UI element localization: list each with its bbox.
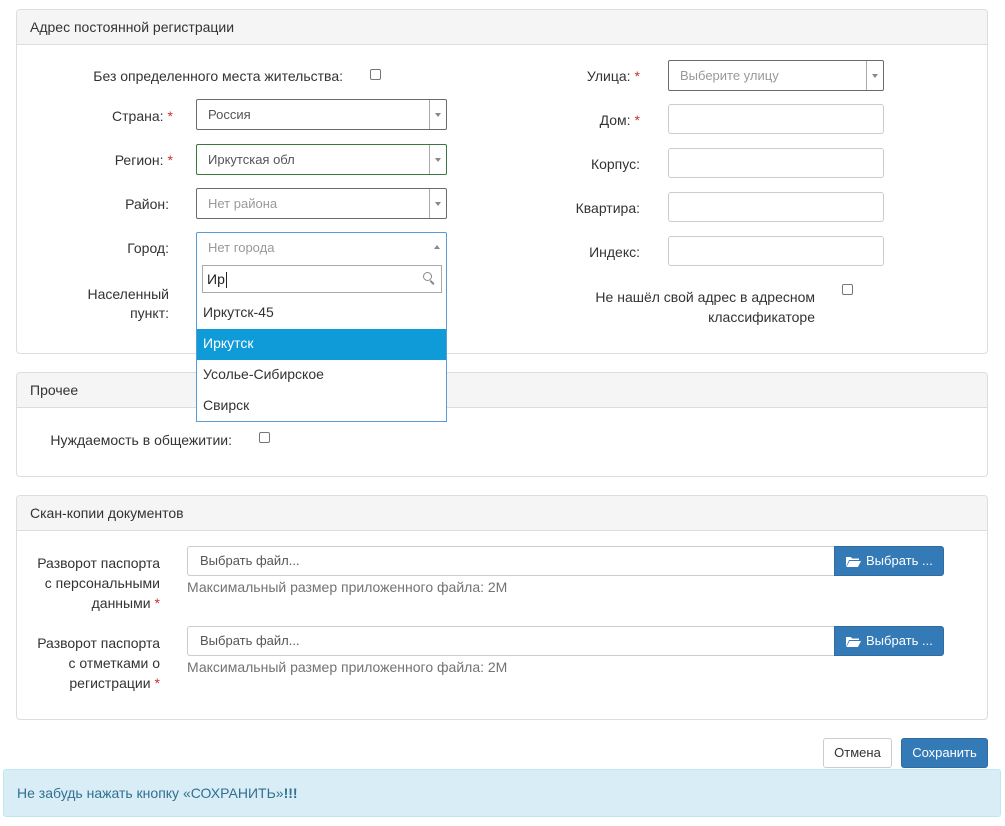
district-select[interactable]: Нет района bbox=[196, 188, 447, 219]
city-dropdown: Ир Иркутск-45 Иркутск Усолье-Сибирское С… bbox=[196, 262, 447, 422]
street-chevron-down-icon bbox=[866, 61, 883, 90]
country-label: Страна: * bbox=[112, 108, 173, 124]
locality-label: Населенный пункт: bbox=[87, 286, 169, 321]
house-label: Дом: * bbox=[599, 112, 640, 128]
street-label: Улица: * bbox=[586, 68, 640, 84]
apartment-label: Квартира: bbox=[575, 200, 640, 216]
region-label: Регион: * bbox=[114, 152, 173, 168]
address-not-found-checkbox[interactable] bbox=[842, 284, 853, 295]
dormitory-checkbox[interactable] bbox=[259, 432, 270, 443]
region-value: Иркутская обл bbox=[208, 152, 295, 167]
building-label: Корпус: bbox=[590, 156, 640, 172]
house-input[interactable] bbox=[668, 104, 884, 134]
street-placeholder: Выберите улицу bbox=[680, 68, 779, 83]
postcode-label: Индекс: bbox=[589, 244, 640, 260]
passport-registration-label: Разворот паспорта с отметками о регистра… bbox=[37, 635, 160, 691]
address-not-found-label: Не нашёл свой адрес в адресном классифик… bbox=[595, 289, 815, 325]
district-label: Район: bbox=[125, 196, 169, 212]
country-value: Россия bbox=[208, 107, 251, 122]
no-residence-label: Без определенного места жительства: bbox=[93, 68, 343, 84]
scans-panel: Скан-копии документов bbox=[16, 495, 988, 720]
city-value: Нет города bbox=[208, 240, 275, 255]
folder-open-icon bbox=[846, 557, 861, 567]
region-chevron-down-icon bbox=[429, 145, 446, 174]
folder-open-icon bbox=[846, 637, 861, 647]
city-option[interactable]: Иркутск bbox=[197, 329, 446, 360]
city-select[interactable]: Нет города bbox=[196, 232, 447, 262]
city-search-input[interactable]: Ир bbox=[202, 265, 442, 293]
passport-personal-file-input[interactable]: Выбрать файл... bbox=[187, 546, 835, 576]
postcode-input[interactable] bbox=[668, 236, 884, 266]
dormitory-label: Нуждаемость в общежитии: bbox=[50, 432, 232, 448]
apartment-input[interactable] bbox=[668, 192, 884, 222]
passport-registration-file-input[interactable]: Выбрать файл... bbox=[187, 626, 835, 656]
address-panel-title: Адрес постоянной регистрации bbox=[17, 10, 987, 45]
text-caret bbox=[226, 272, 227, 288]
passport-registration-hint: Максимальный размер приложенного файла: … bbox=[187, 659, 508, 675]
other-panel-title: Прочее bbox=[17, 373, 987, 408]
save-button[interactable]: Сохранить bbox=[901, 738, 988, 768]
city-option[interactable]: Усолье-Сибирское bbox=[197, 360, 446, 391]
scans-panel-title: Скан-копии документов bbox=[17, 496, 987, 531]
district-value: Нет района bbox=[208, 196, 278, 211]
district-chevron-down-icon bbox=[429, 189, 446, 218]
cancel-button[interactable]: Отмена bbox=[823, 738, 892, 768]
search-icon bbox=[423, 272, 432, 281]
city-option[interactable]: Свирск bbox=[197, 391, 446, 422]
country-select[interactable]: Россия bbox=[196, 99, 447, 130]
country-chevron-down-icon bbox=[429, 100, 446, 129]
building-input[interactable] bbox=[668, 148, 884, 178]
passport-registration-choose-button[interactable]: Выбрать ... bbox=[834, 626, 944, 656]
save-reminder-alert: Не забудь нажать кнопку «СОХРАНИТЬ»!!! bbox=[3, 769, 1001, 817]
city-option[interactable]: Иркутск-45 bbox=[197, 298, 446, 329]
street-select[interactable]: Выберите улицу bbox=[668, 60, 884, 91]
other-panel: Прочее bbox=[16, 372, 988, 477]
passport-personal-label: Разворот паспорта с персональными данным… bbox=[37, 555, 160, 611]
passport-personal-choose-button[interactable]: Выбрать ... bbox=[834, 546, 944, 576]
region-select[interactable]: Иркутская обл bbox=[196, 144, 447, 175]
passport-personal-hint: Максимальный размер приложенного файла: … bbox=[187, 579, 508, 595]
city-chevron-up-icon bbox=[429, 233, 446, 262]
no-residence-checkbox[interactable] bbox=[370, 69, 381, 80]
city-label: Город: bbox=[127, 240, 169, 256]
